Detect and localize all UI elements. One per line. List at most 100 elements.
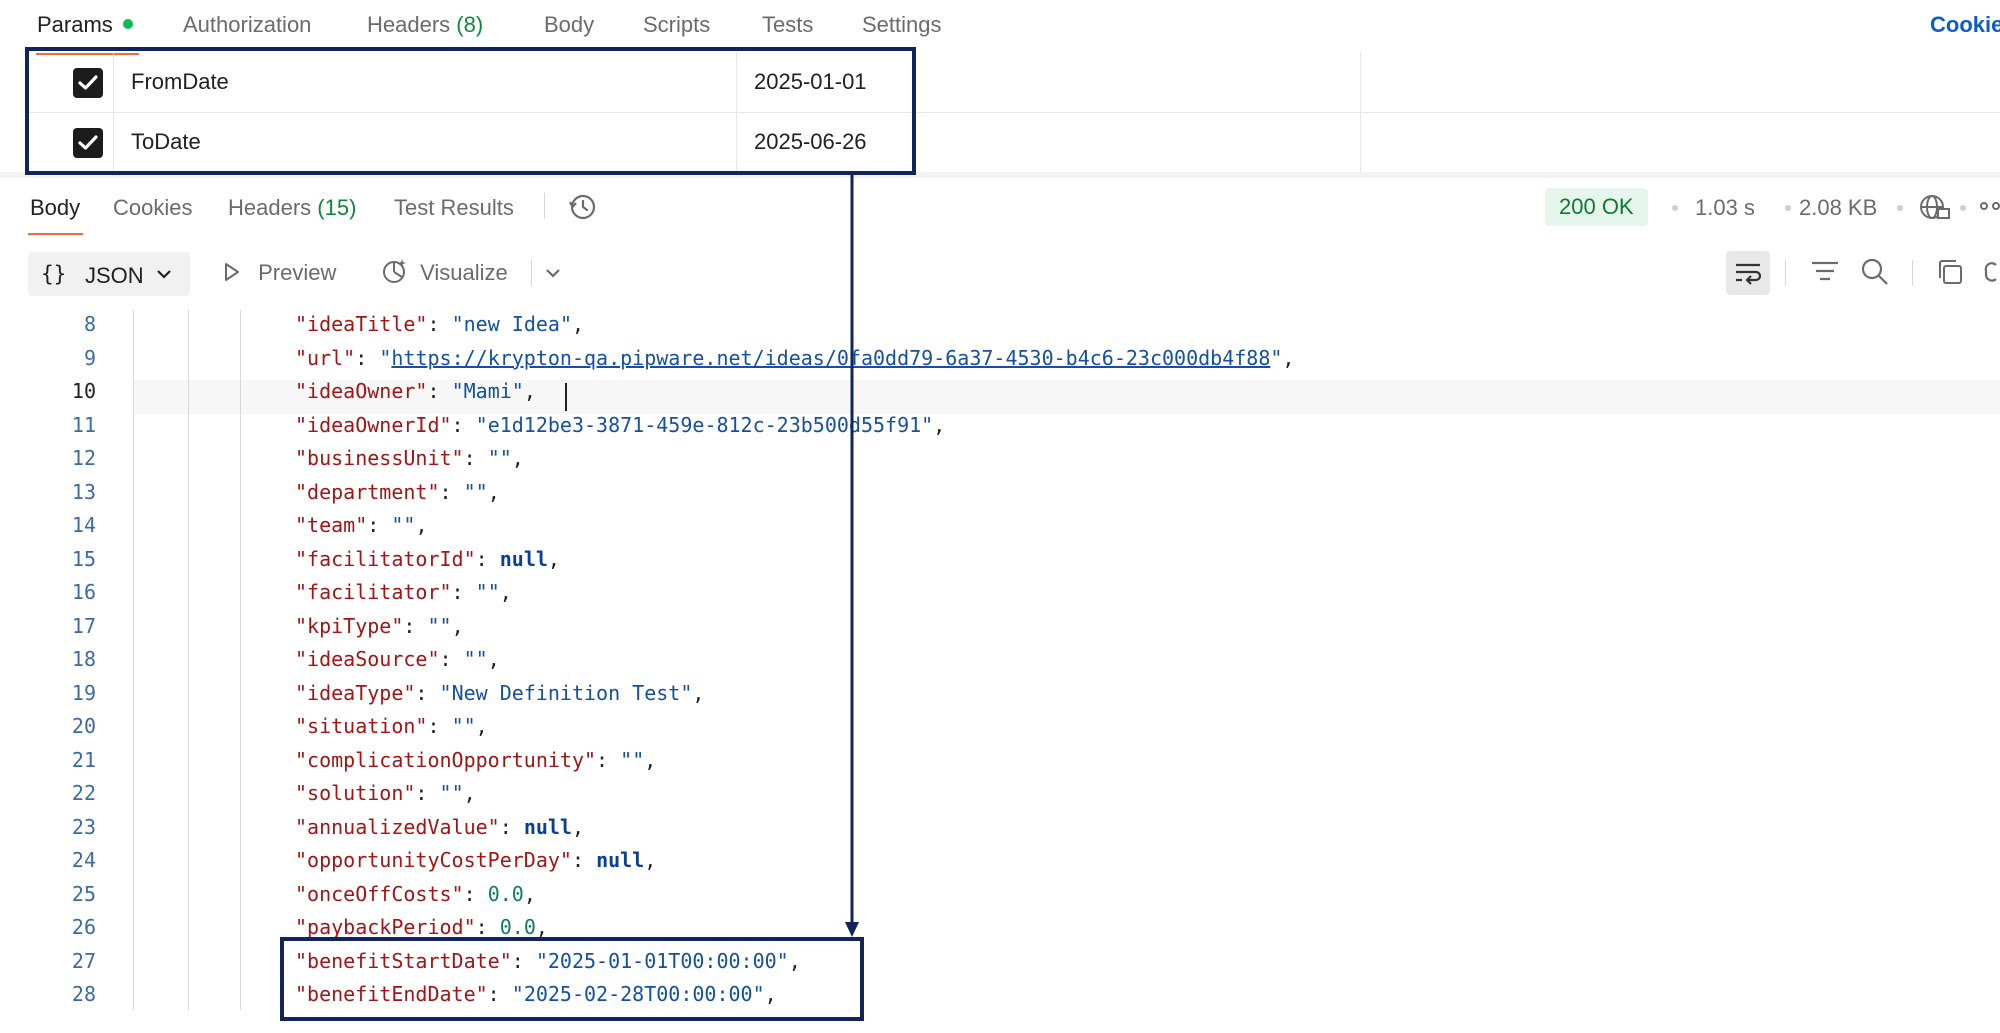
json-line: "complicationOpportunity": "", <box>295 747 657 772</box>
format-label: JSON <box>85 263 144 288</box>
json-value: 0.0 <box>499 915 536 939</box>
tab-settings[interactable]: Settings <box>862 12 942 38</box>
line-number: 25 <box>71 881 96 906</box>
tab-headers[interactable]: Headers (8) <box>367 12 483 38</box>
json-key: complicationOpportunity <box>307 747 584 772</box>
braces-icon: {} <box>41 262 67 286</box>
json-key: paybackPeriod <box>307 915 464 939</box>
json-line: "ideaSource": "", <box>295 647 500 671</box>
tab-headers-count: (8) <box>456 12 484 37</box>
tab-response-cookies[interactable]: Cookies <box>113 195 192 221</box>
json-key: opportunityCostPerDay <box>307 848 560 872</box>
tab-response-headers[interactable]: Headers (15) <box>228 195 356 221</box>
wrap-lines-icon <box>1736 263 1762 285</box>
response-size[interactable]: 2.08 KB <box>1799 195 1877 221</box>
json-value: null <box>596 848 645 872</box>
visualize-dropdown-icon[interactable] <box>545 267 561 279</box>
line-number: 15 <box>71 546 96 571</box>
active-response-tab-indicator <box>28 233 83 235</box>
tab-scripts[interactable]: Scripts <box>643 12 710 38</box>
visualize-button[interactable]: Visualize <box>380 259 508 288</box>
line-number: 27 <box>71 948 96 973</box>
line-number: 28 <box>71 982 96 1006</box>
format-select[interactable]: {} JSON <box>28 252 190 296</box>
json-line: "businessUnit": "", <box>295 446 524 470</box>
line-number: 20 <box>71 714 96 738</box>
json-line: "onceOffCosts": 0.0, <box>295 881 536 906</box>
history-icon[interactable] <box>567 192 597 227</box>
json-key: department <box>307 479 428 504</box>
filter-icon[interactable] <box>1810 259 1840 285</box>
annotation-arrow <box>845 172 859 937</box>
line-number: 16 <box>71 580 96 604</box>
divider <box>1785 260 1786 286</box>
globe-lock-icon[interactable] <box>1918 192 1950 227</box>
line-number: 26 <box>71 915 96 939</box>
json-value: Mami <box>463 379 512 403</box>
json-line: "department": "", <box>295 479 500 504</box>
json-line: "ideaTitle": "new Idea", <box>295 312 585 336</box>
divider <box>531 260 532 286</box>
divider <box>1912 260 1913 286</box>
tab-response-body[interactable]: Body <box>30 195 80 221</box>
json-value: new Idea <box>463 312 560 336</box>
tab-authorization[interactable]: Authorization <box>183 12 311 38</box>
status-badge[interactable]: 200 OK <box>1545 188 1648 226</box>
copy-icon[interactable] <box>1935 257 1965 287</box>
tab-body[interactable]: Body <box>544 12 594 38</box>
meta-separator <box>1897 205 1903 211</box>
tab-test-results[interactable]: Test Results <box>394 195 514 221</box>
json-line: "ideaOwner": "Mami", <box>295 379 536 403</box>
json-value: New Definition Test <box>451 680 681 705</box>
json-url-link[interactable]: https://krypton-qa.pipware.net/ideas/0fa… <box>391 346 1270 370</box>
json-line: "paybackPeriod": 0.0, <box>295 915 548 939</box>
json-key: solution <box>307 781 404 805</box>
line-number: 12 <box>71 446 96 470</box>
column-divider <box>1360 52 1361 112</box>
tab-params-label: Params <box>37 12 113 37</box>
json-line: "annualizedValue": null, <box>295 814 585 839</box>
meta-separator <box>1672 205 1678 211</box>
meta-separator <box>1960 205 1966 211</box>
json-line: "opportunityCostPerDay": null, <box>295 848 657 872</box>
line-number: 19 <box>71 680 96 705</box>
chevron-down-icon <box>157 270 171 279</box>
visualize-label: Visualize <box>420 260 508 285</box>
json-line: "solution": "", <box>295 781 476 805</box>
search-icon[interactable] <box>1860 257 1890 287</box>
json-key: facilitator <box>307 580 440 604</box>
dates-highlight-box <box>280 937 864 1021</box>
line-number: 23 <box>71 814 96 839</box>
line-number: 17 <box>71 613 96 638</box>
json-line: "facilitator": "", <box>295 580 512 604</box>
text-cursor <box>565 383 567 411</box>
preview-button[interactable]: Preview <box>222 260 336 286</box>
cookies-link[interactable]: Cookie <box>1930 12 2000 38</box>
json-line: "situation": "", <box>295 714 488 738</box>
play-icon <box>225 263 239 282</box>
json-key: ideaSource <box>307 647 428 671</box>
params-highlight-box <box>25 47 916 175</box>
indent-guide <box>240 310 241 1010</box>
tab-response-headers-label: Headers <box>228 195 312 220</box>
json-key: kpiType <box>307 613 392 638</box>
line-number: 8 <box>83 312 96 336</box>
json-value: null <box>523 814 572 839</box>
tab-params[interactable]: Params <box>37 12 133 38</box>
line-number: 11 <box>71 412 96 437</box>
column-divider <box>1360 112 1361 172</box>
line-number: 13 <box>71 479 96 504</box>
wrap-lines-button[interactable] <box>1726 251 1770 295</box>
line-number: 9 <box>83 345 96 370</box>
link-icon[interactable] <box>1982 257 2000 287</box>
json-key: ideaOwner <box>307 379 416 403</box>
json-key: team <box>307 513 356 537</box>
tab-tests[interactable]: Tests <box>762 12 813 38</box>
line-number: 24 <box>71 848 96 872</box>
json-value: null <box>499 546 548 571</box>
json-line: "facilitatorId": null, <box>295 546 560 571</box>
json-key: ideaType <box>307 680 404 705</box>
response-time[interactable]: 1.03 s <box>1695 195 1755 221</box>
more-options-icon[interactable] <box>1978 198 2000 219</box>
tab-response-headers-count: (15) <box>317 195 357 220</box>
